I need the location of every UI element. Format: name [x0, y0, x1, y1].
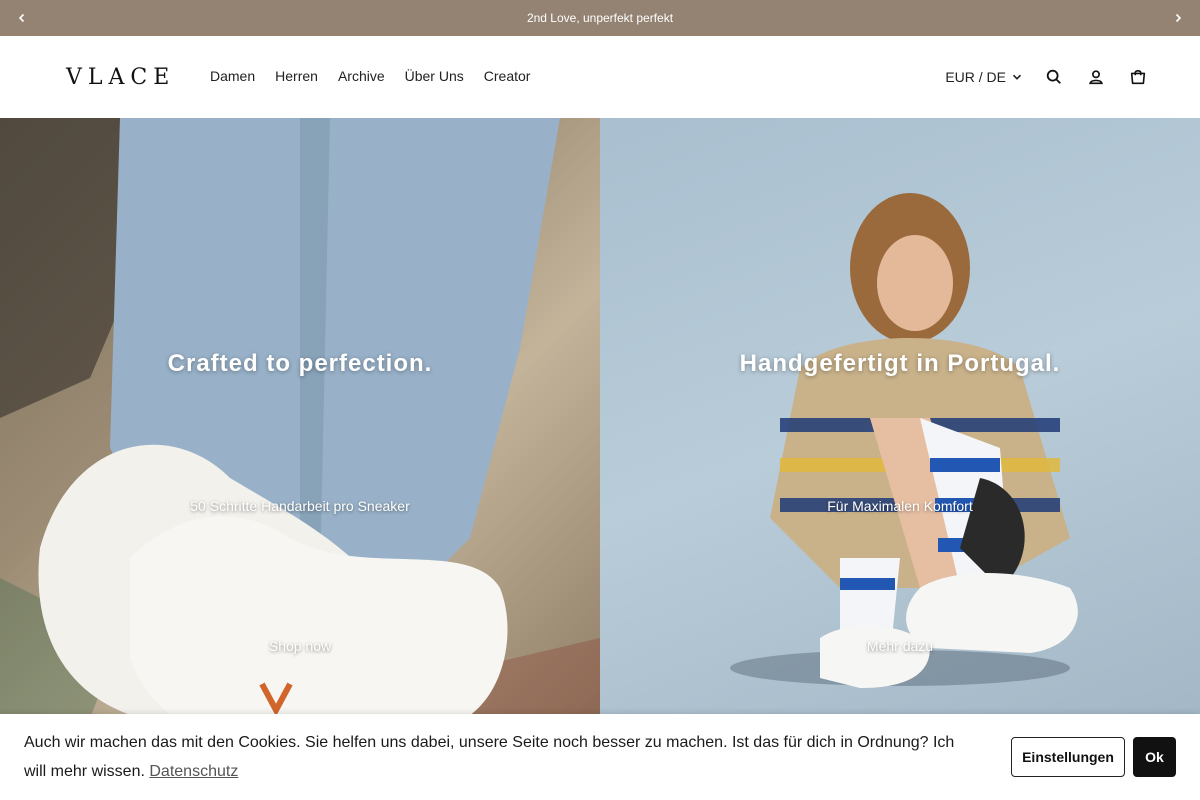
learn-more-link[interactable]: Mehr dazu [600, 638, 1200, 654]
announcement-text[interactable]: 2nd Love, unperfekt perfekt [527, 11, 673, 25]
chevron-left-icon[interactable] [0, 0, 44, 36]
chevron-down-icon [1012, 74, 1022, 80]
shop-now-link[interactable]: Shop now [0, 638, 600, 654]
account-icon[interactable] [1086, 67, 1106, 87]
announcement-bar: 2nd Love, unperfekt perfekt [0, 0, 1200, 36]
header-actions: EUR / DE [945, 64, 1148, 90]
cookie-message-block: Auch wir machen das mit den Cookies. Sie… [24, 728, 974, 786]
hero-panel-right[interactable]: Handgefertigt in Portugal. Für Maximalen… [600, 118, 1200, 800]
nav-item-creator[interactable]: Creator [484, 68, 531, 84]
brand-logo[interactable]: VLACE [66, 65, 175, 90]
search-icon[interactable] [1044, 67, 1064, 87]
chevron-right-icon[interactable] [1156, 0, 1200, 36]
main-nav: Damen Herren Archive Über Uns Creator [210, 68, 530, 84]
hero-right-subtitle: Für Maximalen Komfort [827, 498, 973, 514]
nav-item-damen[interactable]: Damen [210, 68, 255, 84]
cookie-settings-button[interactable]: Einstellungen [1011, 737, 1125, 777]
hero-left-title: Crafted to perfection. [167, 350, 433, 377]
cart-icon[interactable] [1128, 67, 1148, 87]
site-header: VLACE Damen Herren Archive Über Uns Crea… [0, 36, 1200, 118]
cookie-ok-button[interactable]: Ok [1133, 737, 1176, 777]
nav-item-ueber-uns[interactable]: Über Uns [405, 68, 464, 84]
locale-label: EUR / DE [945, 69, 1006, 85]
hero-panel-left[interactable]: Crafted to perfection. 50 Schritte Handa… [0, 118, 600, 800]
cookie-banner: Auch wir machen das mit den Cookies. Sie… [0, 714, 1200, 800]
sneaker-image [0, 118, 600, 800]
hero-right-title: Handgefertigt in Portugal. [739, 350, 1061, 377]
privacy-link[interactable]: Datenschutz [149, 763, 238, 780]
locale-selector[interactable]: EUR / DE [945, 69, 1022, 85]
nav-item-herren[interactable]: Herren [275, 68, 318, 84]
hero-section: Crafted to perfection. 50 Schritte Handa… [0, 118, 1200, 800]
model-image [730, 193, 1078, 688]
hero-left-subtitle: 50 Schritte Handarbeit pro Sneaker [190, 498, 410, 514]
nav-item-archive[interactable]: Archive [338, 68, 385, 84]
